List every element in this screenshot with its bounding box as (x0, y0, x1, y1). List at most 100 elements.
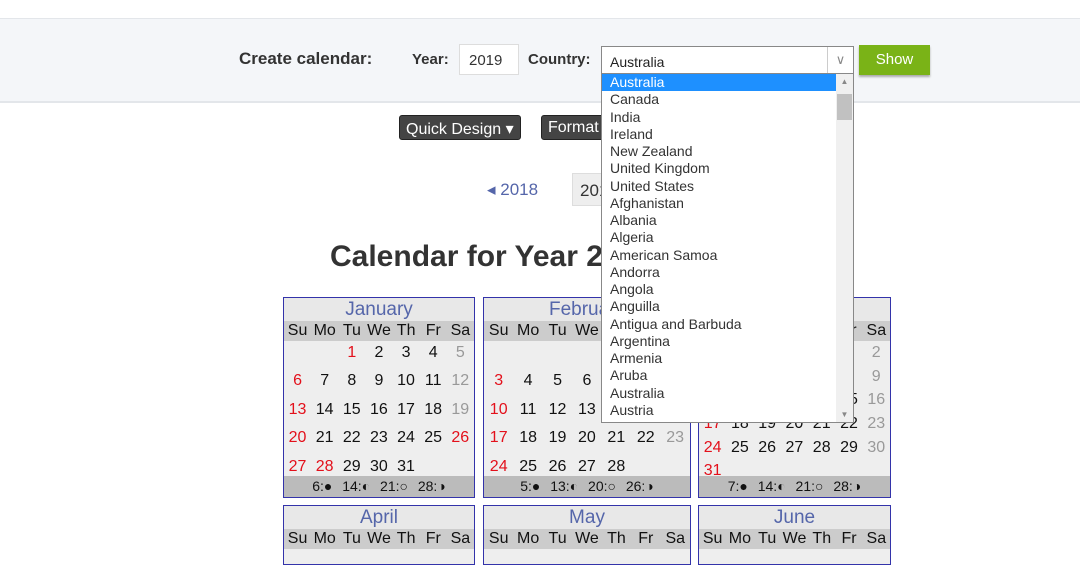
dropdown-option[interactable]: Austria (602, 402, 836, 419)
dropdown-option[interactable]: Algeria (602, 229, 836, 246)
previous-year-link[interactable]: ◂ 2018 (487, 180, 538, 200)
day-cell[interactable]: 23 (863, 414, 890, 435)
day-cell[interactable]: 15 (338, 400, 365, 421)
chevron-down-icon[interactable]: ∨ (827, 47, 853, 73)
moon-phase: 20:○ (588, 478, 616, 494)
day-cell[interactable]: 28 (311, 457, 338, 478)
day-cell[interactable]: 18 (420, 400, 447, 421)
day-cell[interactable]: 21 (311, 428, 338, 449)
day-cell[interactable]: 28 (808, 438, 835, 459)
weekday-header: Su Mo Tu We Th Fr Sa (699, 529, 890, 549)
day-cell[interactable]: 11 (420, 371, 447, 392)
day-cell[interactable]: 16 (365, 400, 392, 421)
dropdown-option[interactable]: Armenia (602, 350, 836, 367)
day-cell[interactable]: 30 (365, 457, 392, 478)
dropdown-option[interactable]: Argentina (602, 333, 836, 350)
quick-design-button[interactable]: Quick Design ▾ (399, 115, 521, 140)
day-cell[interactable]: 6 (572, 371, 601, 392)
day-cell[interactable]: 7 (311, 371, 338, 392)
day-cell[interactable]: 11 (513, 400, 542, 421)
day-cell[interactable]: 26 (543, 457, 572, 478)
day-cell[interactable]: 9 (365, 371, 392, 392)
day-cell[interactable]: 9 (863, 367, 890, 388)
day-cell[interactable]: 30 (863, 438, 890, 459)
day-cell[interactable]: 16 (863, 390, 890, 411)
day-cell[interactable]: 10 (484, 400, 513, 421)
day-cell[interactable]: 24 (699, 438, 726, 459)
day-cell[interactable]: 4 (420, 343, 447, 364)
day-cell[interactable]: 20 (284, 428, 311, 449)
day-cell[interactable]: 3 (393, 343, 420, 364)
scrollbar[interactable]: ▲ ▼ (836, 74, 853, 422)
dropdown-option[interactable]: Ireland (602, 126, 836, 143)
day-cell[interactable]: 17 (393, 400, 420, 421)
day-cell[interactable]: 27 (284, 457, 311, 478)
day-cell[interactable]: 22 (631, 428, 660, 449)
day-cell[interactable]: 2 (365, 343, 392, 364)
dropdown-option[interactable]: India (602, 109, 836, 126)
day-cell[interactable]: 24 (393, 428, 420, 449)
dropdown-option[interactable]: United Kingdom (602, 160, 836, 177)
day-cell[interactable]: 27 (572, 457, 601, 478)
day-cell[interactable]: 29 (835, 438, 862, 459)
day-cell[interactable]: 14 (311, 400, 338, 421)
weekday-label: We (367, 530, 391, 547)
day-cell[interactable]: 23 (660, 428, 689, 449)
day-cell[interactable]: 5 (447, 343, 474, 364)
dropdown-option[interactable]: Albania (602, 212, 836, 229)
day-cell[interactable]: 24 (484, 457, 513, 478)
dropdown-option[interactable]: Australia (602, 385, 836, 402)
scroll-down-icon[interactable]: ▼ (836, 410, 853, 419)
day-cell[interactable]: 19 (543, 428, 572, 449)
country-dropdown-list[interactable]: Australia Canada India Ireland New Zealand Un… (601, 73, 854, 423)
day-cell[interactable]: 27 (781, 438, 808, 459)
day-cell[interactable]: 3 (484, 371, 513, 392)
day-cell[interactable]: 6 (284, 371, 311, 392)
day-cell[interactable]: 26 (447, 428, 474, 449)
day-cell[interactable]: 26 (754, 438, 781, 459)
country-select[interactable]: Australia ∨ (601, 46, 854, 74)
weekday-label: Sa (450, 530, 471, 547)
day-cell[interactable]: 29 (338, 457, 365, 478)
day-cell[interactable]: 5 (543, 371, 572, 392)
scrollbar-thumb[interactable] (837, 94, 852, 120)
day-cell[interactable]: 25 (420, 428, 447, 449)
day-cell[interactable]: 1 (338, 343, 365, 364)
day-cell[interactable]: 25 (513, 457, 542, 478)
dropdown-option[interactable]: Australia (602, 74, 836, 92)
moon-phase: 21:○ (795, 478, 824, 494)
day-cell[interactable]: 18 (513, 428, 542, 449)
day-cell[interactable]: 22 (338, 428, 365, 449)
dropdown-option[interactable]: Antigua and Barbuda (602, 316, 836, 333)
dropdown-option[interactable]: Andorra (602, 264, 836, 281)
day-cell[interactable]: 19 (447, 400, 474, 421)
day-cell[interactable]: 20 (572, 428, 601, 449)
empty-cell (543, 343, 572, 364)
day-cell[interactable]: 2 (863, 343, 890, 364)
moon-phases: 5:● 13:◐ 20:○ 26:◑ (484, 476, 690, 497)
day-cell[interactable]: 25 (726, 438, 753, 459)
day-cell[interactable]: 12 (543, 400, 572, 421)
dropdown-option[interactable]: Angola (602, 281, 836, 298)
day-cell[interactable]: 4 (513, 371, 542, 392)
day-cell[interactable]: 13 (284, 400, 311, 421)
year-input[interactable]: 2019 (459, 44, 519, 75)
day-cell[interactable]: 12 (447, 371, 474, 392)
day-cell[interactable]: 23 (365, 428, 392, 449)
dropdown-option[interactable]: American Samoa (602, 247, 836, 264)
dropdown-option[interactable]: Canada (602, 91, 836, 108)
dropdown-option[interactable]: Aruba (602, 367, 836, 384)
day-cell[interactable]: 13 (572, 400, 601, 421)
dropdown-option[interactable]: Afghanistan (602, 195, 836, 212)
day-cell[interactable]: 31 (393, 457, 420, 478)
dropdown-option[interactable]: Anguilla (602, 298, 836, 315)
dropdown-option[interactable]: New Zealand (602, 143, 836, 160)
day-cell[interactable]: 17 (484, 428, 513, 449)
day-cell[interactable]: 28 (602, 457, 631, 478)
dropdown-option[interactable]: United States (602, 178, 836, 195)
scroll-up-icon[interactable]: ▲ (836, 77, 853, 86)
day-cell[interactable]: 21 (602, 428, 631, 449)
day-cell[interactable]: 8 (338, 371, 365, 392)
show-button[interactable]: Show (859, 45, 930, 75)
day-cell[interactable]: 10 (393, 371, 420, 392)
